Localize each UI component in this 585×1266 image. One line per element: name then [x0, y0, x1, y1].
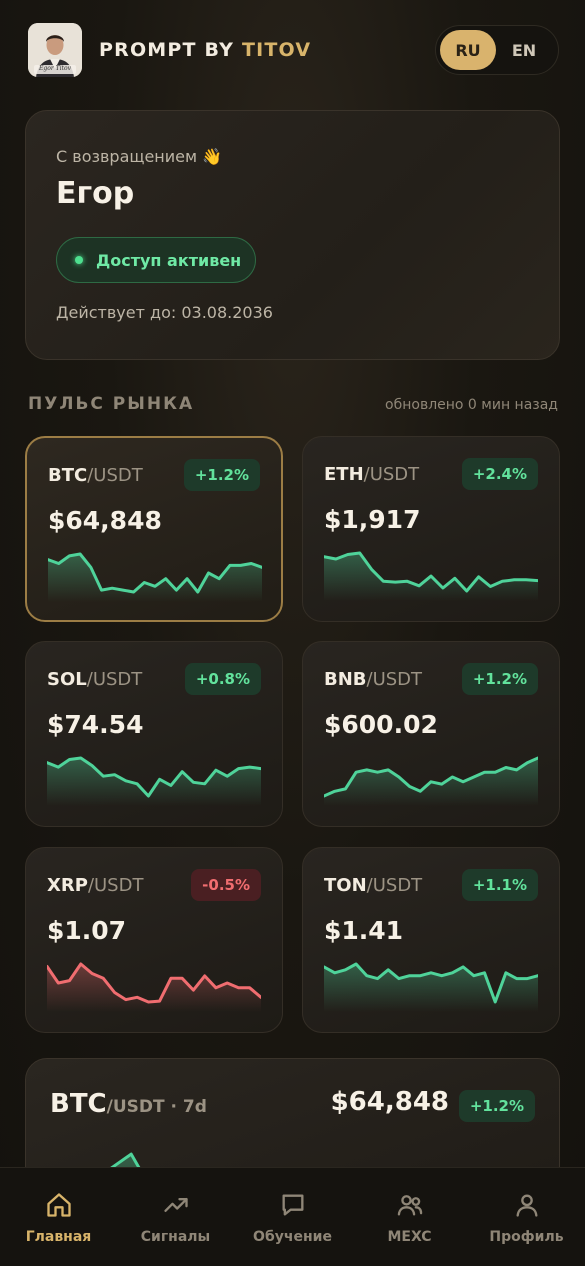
- avatar-caption: Egor Titov: [39, 65, 71, 72]
- change-badge: +2.4%: [461, 458, 538, 490]
- profile-icon: [512, 1190, 542, 1220]
- nav-home[interactable]: Главная: [0, 1168, 117, 1266]
- nav-label: Обучение: [253, 1229, 332, 1245]
- nav-mexc[interactable]: MEXC: [351, 1168, 468, 1266]
- change-badge: +0.8%: [184, 663, 261, 695]
- ticker-price: $64,848: [48, 506, 162, 535]
- ticker-pair: XRP/USDT: [47, 875, 143, 896]
- ticker-card-bnb[interactable]: BNB/USDT +1.2% $600.02: [302, 641, 560, 827]
- change-badge: -0.5%: [191, 869, 261, 901]
- lang-en-button[interactable]: EN: [496, 30, 552, 70]
- section-title: ПУЛЬС РЫНКА: [28, 394, 195, 414]
- valid-until: Действует до: 03.08.2036: [56, 303, 273, 322]
- access-status-badge: Доступ активен: [56, 237, 256, 283]
- ticker-base: SOL: [47, 669, 87, 690]
- change-badge: +1.1%: [461, 869, 538, 901]
- ticker-base: BNB: [324, 669, 367, 690]
- sparkline-chart: [47, 756, 261, 806]
- sparkline-chart: [48, 552, 262, 602]
- users-icon: [395, 1190, 425, 1220]
- ticker-base: TON: [324, 875, 367, 896]
- nav-profile[interactable]: Профиль: [468, 1168, 585, 1266]
- nav-label: Главная: [25, 1229, 92, 1245]
- ticker-quote: /USDT: [366, 875, 423, 896]
- trend-icon: [161, 1190, 191, 1220]
- access-status-label: Доступ активен: [96, 250, 242, 270]
- brand-title: PROMPT BY TITOV: [99, 39, 311, 61]
- brand-main: PROMPT BY: [99, 39, 242, 61]
- sparkline-area: [47, 758, 261, 806]
- ticker-base: BTC: [48, 465, 88, 486]
- sparkline-chart: [324, 551, 538, 601]
- brand-accent: TITOV: [241, 39, 312, 61]
- bottom-nav: Главная Сигналы Обучение MEXC Профиль: [0, 1167, 585, 1266]
- user-name: Егор: [56, 176, 135, 211]
- ticker-quote: /USDT: [86, 669, 143, 690]
- ticker-quote: /USDT: [87, 875, 144, 896]
- updated-timestamp: обновлено 0 мин назад: [385, 397, 558, 413]
- ticker-base: ETH: [324, 464, 364, 485]
- ticker-price: $1.41: [324, 916, 404, 945]
- ticker-pair: SOL/USDT: [47, 669, 142, 690]
- ticker-price: $74.54: [47, 710, 144, 739]
- nav-signals[interactable]: Сигналы: [117, 1168, 234, 1266]
- ticker-quote: /USDT: [366, 669, 423, 690]
- sparkline-chart: [324, 756, 538, 806]
- ticker-pair: BTC/USDT: [48, 465, 143, 486]
- ticker-card-ton[interactable]: TON/USDT +1.1% $1.41: [302, 847, 560, 1033]
- sparkline-area: [47, 964, 261, 1012]
- nav-label: Сигналы: [140, 1229, 211, 1245]
- ticker-base: XRP: [47, 875, 88, 896]
- ticker-card-xrp[interactable]: XRP/USDT -0.5% $1.07: [25, 847, 283, 1033]
- nav-label: MEXC: [387, 1229, 432, 1245]
- nav-label: Профиль: [489, 1229, 564, 1245]
- ticker-price: $1,917: [324, 505, 421, 534]
- ticker-quote: /USDT: [87, 465, 143, 486]
- ticker-quote: /USDT: [363, 464, 420, 485]
- ticker-card-sol[interactable]: SOL/USDT +0.8% $74.54: [25, 641, 283, 827]
- change-badge: +1.2%: [461, 663, 538, 695]
- status-dot-icon: [75, 256, 83, 264]
- home-icon: [44, 1190, 74, 1220]
- welcome-greeting: С возвращением 👋: [56, 147, 223, 166]
- welcome-card: С возвращением 👋 Егор Доступ активен Дей…: [25, 110, 560, 360]
- sparkline-area: [48, 554, 262, 602]
- lang-ru-button[interactable]: RU: [440, 30, 496, 70]
- ticker-pair: BNB/USDT: [324, 669, 422, 690]
- chat-icon: [278, 1190, 308, 1220]
- ticker-card-btc[interactable]: BTC/USDT +1.2% $64,848: [25, 436, 283, 622]
- sparkline-area: [324, 964, 538, 1012]
- ticker-card-eth[interactable]: ETH/USDT +2.4% $1,917: [302, 436, 560, 622]
- ticker-pair: ETH/USDT: [324, 464, 419, 485]
- ticker-price: $600.02: [324, 710, 438, 739]
- change-badge: +1.2%: [183, 459, 260, 491]
- sparkline-chart: [47, 962, 261, 1012]
- sparkline-chart: [324, 962, 538, 1012]
- nav-learning[interactable]: Обучение: [234, 1168, 351, 1266]
- language-switch: RU EN: [435, 25, 559, 75]
- avatar[interactable]: Egor Titov: [28, 23, 82, 77]
- ticker-price: $1.07: [47, 916, 127, 945]
- ticker-pair: TON/USDT: [324, 875, 422, 896]
- app-header: Egor Titov PROMPT BY TITOV RU EN: [28, 22, 559, 78]
